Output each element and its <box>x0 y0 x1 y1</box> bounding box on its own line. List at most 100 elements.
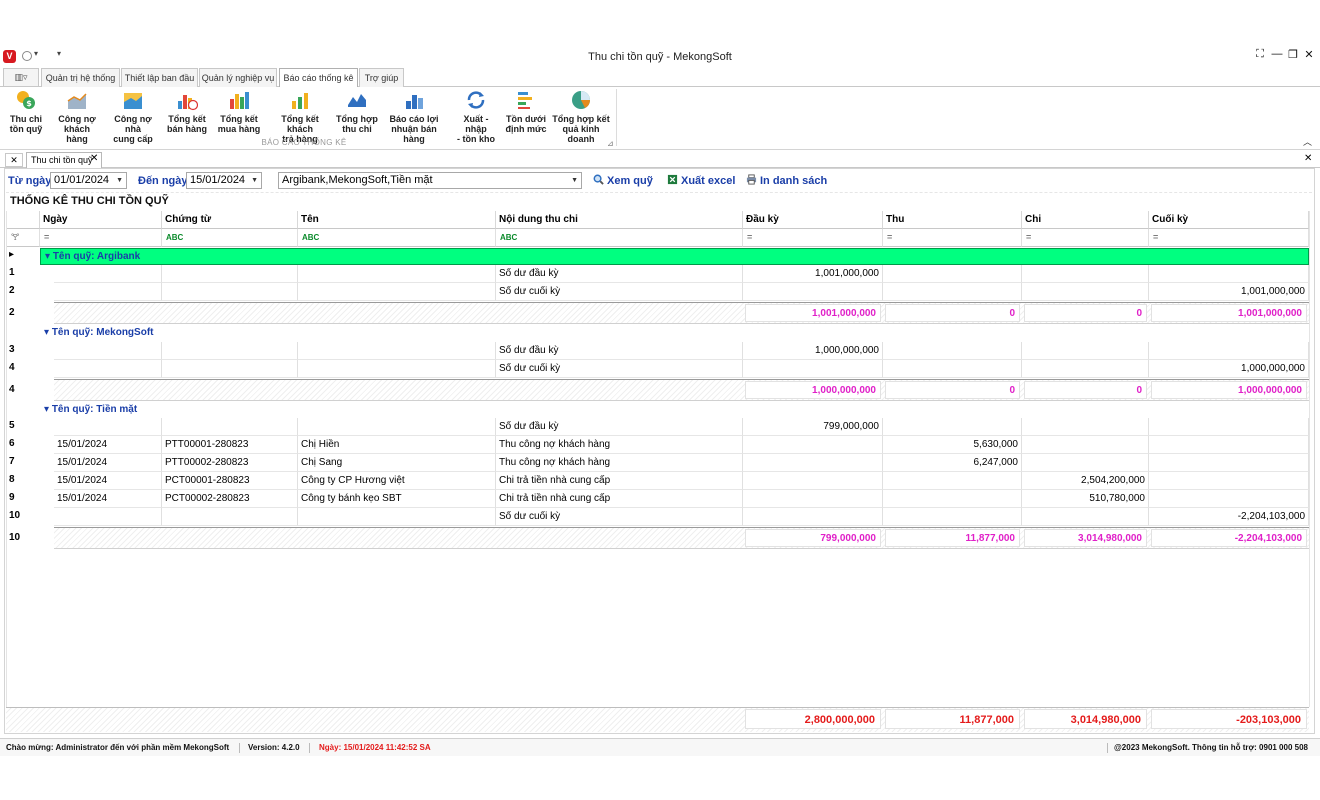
ribbon-xuat-nhap-ton-kho-button[interactable]: Xuất - nhập - tồn kho <box>452 89 500 144</box>
bar-chart-icon <box>292 93 308 109</box>
group-launcher-icon[interactable]: ⊿ <box>607 139 614 148</box>
refresh-icon <box>467 91 485 109</box>
ribbon-collapse-icon[interactable]: ︿ <box>1303 135 1312 148</box>
text-filter-icon: ABC <box>500 233 518 242</box>
fund-select[interactable]: Argibank,MekongSoft,Tiền mặt ▼ <box>278 172 582 189</box>
status-separator <box>1107 743 1108 753</box>
restore-icon[interactable]: ❐ <box>1286 48 1300 61</box>
filter-cell-in[interactable]: = <box>883 229 1022 247</box>
row-index: 3 <box>9 344 15 355</box>
row-index: 10 <box>9 510 21 521</box>
column-header-document[interactable]: Chứng từ <box>162 211 298 229</box>
filter-cell-date[interactable]: = <box>40 229 162 247</box>
blue-bar-chart-icon <box>406 95 423 109</box>
row-index: 8 <box>9 474 15 485</box>
text-filter-icon: ABC <box>302 233 320 242</box>
tab-tro-giup[interactable]: Trợ giúp <box>359 68 404 87</box>
tab-quan-ly-nghiep-vu[interactable]: Quản lý nghiệp vụ <box>199 68 277 87</box>
group-row-mekongsoft[interactable]: ▾ Tên quỹ: MekongSoft <box>40 325 1309 342</box>
column-header-date[interactable]: Ngày <box>40 211 162 229</box>
status-separator <box>309 743 310 753</box>
status-bar: Chào mừng: Administrator đến với phần mề… <box>0 738 1320 756</box>
from-date-value: 01/01/2024 <box>54 174 110 186</box>
filter-cell-closing[interactable]: = <box>1149 229 1309 247</box>
from-date-input[interactable]: 01/01/2024 ▼ <box>50 172 127 189</box>
group-row-tien-mat[interactable]: ▾ Tên quỹ: Tiền mặt <box>40 402 1309 419</box>
filter-cell-name[interactable]: ABC <box>298 229 496 247</box>
filter-cell-opening[interactable]: = <box>743 229 883 247</box>
chevron-down-icon[interactable]: ▼ <box>571 173 578 188</box>
export-excel-label: Xuất excel <box>681 175 736 187</box>
ribbon-cong-no-nha-cung-cap-button[interactable]: Công nợ nhà cung cấp <box>108 89 158 144</box>
status-welcome: Chào mừng: Administrator đến với phần mề… <box>6 743 230 752</box>
summary-row-index: 4 <box>9 384 15 395</box>
column-header-content[interactable]: Nội dung thu chi <box>496 211 743 229</box>
filter-row-icon: 🝖 <box>11 232 20 242</box>
filter-cell-content[interactable]: ABC <box>496 229 743 247</box>
window-title: Thu chi tồn quỹ - MekongSoft <box>588 51 732 63</box>
svg-text:$: $ <box>26 99 32 108</box>
export-excel-button[interactable]: Xuất excel <box>667 174 735 187</box>
tab-bao-cao-thong-ke[interactable]: Báo cáo thống kê <box>279 68 358 88</box>
ribbon-group-label: BÁO CÁO THỐNG KÊ <box>261 138 347 147</box>
tab-quan-tri-he-thong[interactable]: Quản trị hệ thống <box>41 68 120 87</box>
summary-in: 0 <box>885 304 1020 322</box>
row-index: 6 <box>9 438 15 449</box>
summary-in: 0 <box>885 381 1020 399</box>
group-row-argibank[interactable]: ▾ Tên quỹ: Argibank <box>40 248 1309 265</box>
close-all-docs-icon[interactable]: ✕ <box>5 153 23 167</box>
tab-thiet-lap-ban-dau[interactable]: Thiết lập ban đầu <box>121 68 198 87</box>
column-header-name[interactable]: Tên <box>298 211 496 229</box>
ribbon-tong-ket-khach-tra-hang-button[interactable]: Tổng kết khách trả hàng <box>268 89 332 144</box>
column-header-closing[interactable]: Cuối kỳ <box>1149 211 1309 229</box>
doc-tab-close-icon[interactable]: ✕ <box>90 153 98 164</box>
summary-closing: 1,001,000,000 <box>1151 304 1307 322</box>
status-version: Version: 4.2.0 <box>248 743 300 752</box>
summary-out: 0 <box>1024 381 1147 399</box>
summary-opening: 1,001,000,000 <box>745 304 881 322</box>
status-separator <box>239 743 240 753</box>
document-tab-bar <box>0 151 1320 168</box>
chevron-down-icon[interactable]: ▼ <box>116 173 123 188</box>
view-fund-button[interactable]: Xem quỹ <box>593 174 653 187</box>
minimize-icon[interactable]: — <box>1270 48 1284 60</box>
search-icon <box>593 174 604 185</box>
row-indicator-current: ▸ <box>9 249 15 260</box>
column-header-out[interactable]: Chi <box>1022 211 1149 229</box>
to-date-input[interactable]: 15/01/2024 ▼ <box>186 172 262 189</box>
ribbon-ton-duoi-dinh-muc-button[interactable]: Tồn dưới định mức <box>505 89 547 134</box>
chevron-down-icon[interactable]: ▼ <box>251 173 258 188</box>
from-date-label: Từ ngày <box>8 175 52 187</box>
filter-cell-document[interactable]: ABC <box>162 229 298 247</box>
column-header-opening[interactable]: Đầu kỳ <box>743 211 883 229</box>
grid-right-border <box>1309 211 1310 707</box>
line-chart-icon <box>348 94 366 107</box>
summary-in: 11,877,000 <box>885 529 1020 547</box>
ribbon-tong-ket-mua-hang-button[interactable]: Tổng kết mua hàng <box>216 89 262 134</box>
row-index: 2 <box>9 285 15 296</box>
filter-row-indicator: 🝖 <box>6 229 40 247</box>
area-chart-icon <box>67 93 87 109</box>
close-document-icon[interactable]: ✕ <box>1304 153 1312 164</box>
ribbon-tong-hop-thu-chi-button[interactable]: Tổng hợp thu chi <box>336 89 378 134</box>
close-window-icon[interactable]: ✕ <box>1302 48 1316 61</box>
ribbon-thu-chi-ton-quy-button[interactable]: $ Thu chi tồn quỹ <box>6 89 46 134</box>
ribbon-tong-hop-ket-qua-kinh-doanh-button[interactable]: Tổng hợp kết quả kinh doanh <box>550 89 612 144</box>
summary-row-index: 10 <box>9 532 21 543</box>
summary-closing: 1,000,000,000 <box>1151 381 1307 399</box>
ribbon-bao-cao-loi-nhuan-button[interactable]: Báo cáo lợi nhuận bán hàng <box>382 89 446 144</box>
row-index: 1 <box>9 267 15 278</box>
pie-chart-icon <box>572 91 590 109</box>
fullscreen-icon[interactable]: ⛶ <box>1253 48 1267 61</box>
view-fund-label: Xem quỹ <box>607 175 653 187</box>
column-header-in[interactable]: Thu <box>883 211 1022 229</box>
print-list-button[interactable]: In danh sách <box>746 174 827 187</box>
row-index: 7 <box>9 456 15 467</box>
filter-cell-out[interactable]: = <box>1022 229 1149 247</box>
app-menu-button[interactable]: ▥▿ <box>3 68 39 86</box>
ribbon-tong-ket-ban-hang-button[interactable]: Tổng kết bán hàng <box>166 89 208 134</box>
to-date-value: 15/01/2024 <box>190 174 246 186</box>
row-index: 5 <box>9 420 15 431</box>
ribbon-cong-no-khach-hang-button[interactable]: Công nợ khách hàng <box>53 89 101 144</box>
list-chart-icon <box>518 92 532 109</box>
